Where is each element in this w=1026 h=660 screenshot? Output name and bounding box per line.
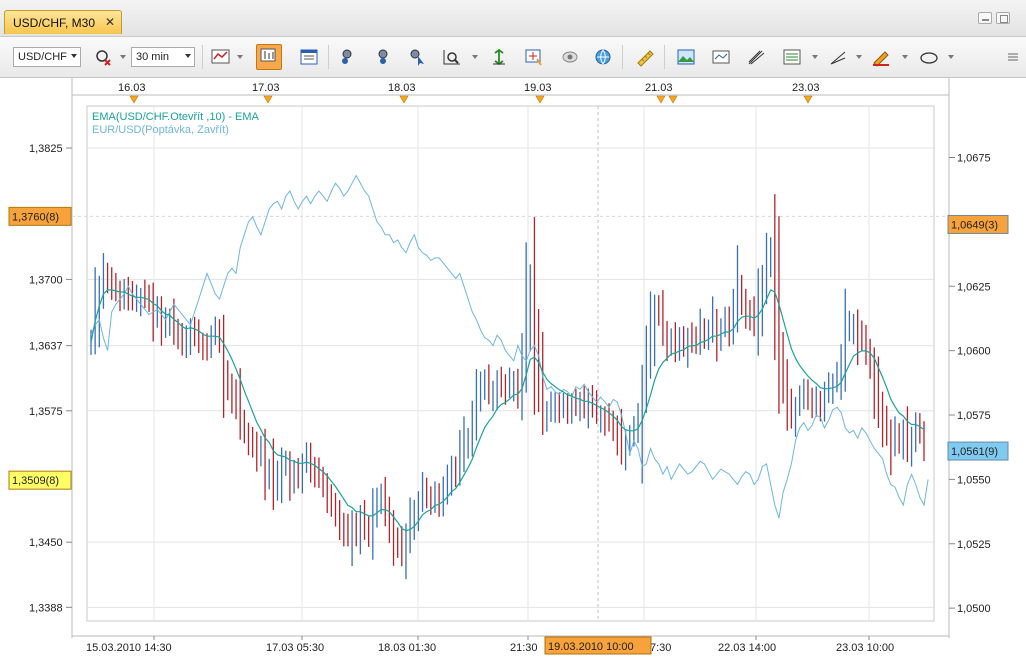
legend-ema: EMA(USD/CHF.Otevřít ,10) - EMA [92, 111, 260, 123]
right-tick-label: 1,0625 [957, 281, 991, 293]
top-axis-label: 16.03 [118, 82, 146, 94]
period-select-value: 30 min [136, 51, 170, 63]
template-icon[interactable] [710, 47, 732, 67]
fit-icon[interactable] [488, 47, 510, 67]
top-axis-label: 21.03 [645, 82, 673, 94]
price-chart[interactable]: 1,3825 1,3700 1,3637 1,3575 1,3450 1,3388 1,06… [0, 78, 1026, 660]
bottom-axis-label: 17.03 05:30 [266, 642, 324, 654]
close-tab-icon[interactable]: ✕ [105, 15, 115, 29]
zoom-icon[interactable] [441, 47, 463, 67]
chart-area[interactable]: 1,3825 1,3700 1,3637 1,3575 1,3450 1,3388 1,06… [0, 78, 1026, 660]
top-axis-label: 18.03 [388, 82, 416, 94]
cursor-icon[interactable] [406, 47, 428, 67]
crosshair-time-label: 19.03.2010 10:00 [548, 641, 634, 653]
instrument-select[interactable]: USD/CHF [13, 47, 81, 67]
plot-frame [86, 105, 935, 622]
indicator-edit-icon[interactable] [372, 47, 394, 67]
chart-tab[interactable]: USD/CHF, M30 ✕ [4, 10, 122, 34]
left-tick-label: 1,3637 [29, 341, 63, 353]
right-tick-label: 1,0675 [957, 153, 991, 165]
indicator-add-icon[interactable] [336, 47, 358, 67]
left-tick-label: 1,3700 [29, 274, 63, 286]
ellipse-icon[interactable] [918, 47, 940, 67]
bottom-axis-label: 15.03.2010 14:30 [86, 642, 172, 654]
menu-icon[interactable] [1002, 47, 1024, 67]
right-tick-label: 1,0525 [957, 539, 991, 551]
globe-icon[interactable] [592, 47, 614, 67]
right-price-highlight-label: 1,0561(9) [951, 446, 998, 458]
layers-icon[interactable] [781, 47, 803, 67]
chart-type-icon[interactable] [210, 47, 232, 67]
left-price-highlight-label: 1,3509(8) [12, 475, 59, 487]
tab-bar: USD/CHF, M30 ✕ [0, 0, 1026, 37]
legend-eurusd: EUR/USD(Poptávka, Zavřít) [92, 124, 229, 136]
indicator-remove-icon[interactable] [92, 47, 114, 67]
bottom-axis-label: 18.03 01:30 [378, 642, 436, 654]
top-axis-label: 23.03 [792, 82, 820, 94]
left-price-highlight-label: 1,3760(8) [12, 211, 59, 223]
right-tick-label: 1,0500 [957, 603, 991, 615]
bottom-axis-label: 21:30 [510, 642, 538, 654]
left-tick-label: 1,3388 [29, 602, 63, 614]
bottom-axis-label: 7:30 [650, 642, 671, 654]
right-price-highlight-label: 1,0649(3) [951, 219, 998, 231]
maximize-window-icon[interactable] [996, 12, 1010, 24]
right-tick-label: 1,0550 [957, 474, 991, 486]
picture-icon[interactable] [675, 47, 697, 67]
period-select[interactable]: 30 min [131, 47, 195, 67]
crosshair-icon[interactable] [523, 47, 545, 67]
pencil-icon[interactable] [870, 47, 892, 67]
left-tick-label: 1,3575 [29, 406, 63, 418]
chart-toolbar: USD/CHF 30 min [0, 37, 1026, 78]
right-tick-label: 1,0575 [957, 410, 991, 422]
minimize-window-icon[interactable] [978, 12, 992, 24]
fork-icon[interactable] [745, 47, 767, 67]
chart-tab-title: USD/CHF, M30 [13, 16, 96, 30]
left-tick-label: 1,3825 [29, 143, 63, 155]
bar-chart-icon[interactable] [256, 44, 282, 70]
top-axis-label: 17.03 [252, 82, 280, 94]
eye-icon[interactable] [559, 47, 581, 67]
bottom-axis-label: 23.03 10:00 [836, 642, 894, 654]
table-icon[interactable] [298, 47, 320, 67]
bottom-axis-label: 22.03 14:00 [718, 642, 776, 654]
right-tick-label: 1,0600 [957, 346, 991, 358]
top-axis-label: 19.03 [524, 82, 552, 94]
ruler-icon[interactable] [634, 47, 656, 67]
left-tick-label: 1,3450 [29, 537, 63, 549]
instrument-select-value: USD/CHF [18, 51, 67, 63]
trendline-icon[interactable] [827, 47, 849, 67]
